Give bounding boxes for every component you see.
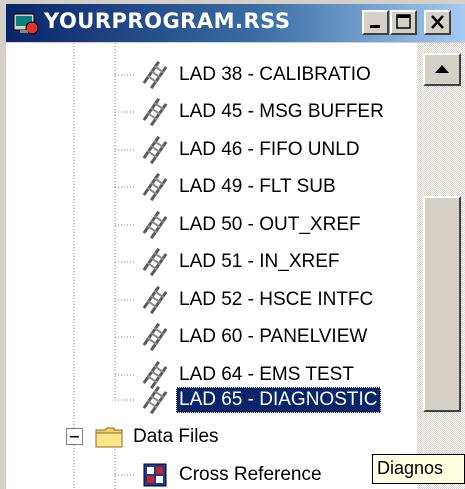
arrow-up-icon (435, 65, 449, 73)
program-window: YOURPROGRAM.RSS LAD 38 - CALIBRATIO LAD … (0, 0, 465, 489)
tree-item-label: LAD 45 - MSG BUFFER (179, 101, 384, 122)
ladder-icon (142, 172, 168, 202)
tree-item-cross-reference[interactable]: Cross Reference (140, 457, 325, 489)
tree-item-label: LAD 52 - HSCE INTFC (179, 289, 374, 310)
minimize-icon (370, 25, 380, 28)
ladder-icon (142, 285, 168, 315)
tree-item-label: LAD 38 - CALIBRATIO (179, 64, 371, 85)
ladder-icon (142, 135, 168, 165)
tree-item-lad-38[interactable]: LAD 38 - CALIBRATIO (140, 57, 374, 93)
tree-item-lad-46[interactable]: LAD 46 - FIFO UNLD (140, 132, 363, 168)
tree-item-label: Cross Reference (179, 464, 322, 485)
vertical-scrollbar[interactable] (417, 43, 465, 489)
tree-item-lad-65[interactable]: LAD 65 - DIAGNOSTIC (140, 382, 381, 418)
tree-item-lad-50[interactable]: LAD 50 - OUT_XREF (140, 207, 364, 243)
tooltip: Diagnos (372, 454, 465, 484)
ladder-icon (142, 60, 168, 90)
maximize-icon (396, 14, 411, 29)
maximize-button[interactable] (390, 10, 417, 35)
ladder-icon (142, 210, 168, 240)
scroll-thumb[interactable] (423, 196, 461, 412)
title-bar[interactable]: YOURPROGRAM.RSS (6, 4, 465, 42)
tree-item-label: LAD 65 - DIAGNOSTIC (176, 387, 381, 413)
cross-reference-icon (143, 463, 167, 487)
ladder-icon (142, 322, 168, 352)
ladder-icon (142, 97, 168, 127)
minimize-button[interactable] (362, 10, 389, 35)
ladder-icon (142, 385, 168, 415)
collapse-minus-icon[interactable] (66, 428, 84, 446)
tree-item-lad-49[interactable]: LAD 49 - FLT SUB (140, 169, 339, 205)
tree-item-label: LAD 46 - FIFO UNLD (179, 139, 360, 160)
window-title: YOURPROGRAM.RSS (44, 9, 291, 33)
folder-icon (95, 427, 123, 448)
close-icon (431, 15, 444, 29)
tree-item-label: Data Files (133, 426, 219, 447)
tree-item-data-files[interactable]: Data Files (66, 419, 222, 455)
tree-item-label: LAD 51 - IN_XREF (179, 251, 340, 272)
scroll-up-button[interactable] (423, 53, 461, 86)
tree-item-label: LAD 60 - PANELVIEW (179, 326, 368, 347)
ladder-icon (142, 247, 168, 277)
tree-item-label: LAD 49 - FLT SUB (179, 176, 336, 197)
tree-item-lad-51[interactable]: LAD 51 - IN_XREF (140, 244, 343, 280)
close-button[interactable] (424, 10, 451, 35)
rslogix-app-icon[interactable] (12, 10, 40, 36)
tree-item-lad-60[interactable]: LAD 60 - PANELVIEW (140, 319, 370, 355)
project-tree[interactable]: LAD 38 - CALIBRATIO LAD 45 - MSG BUFFER … (6, 43, 417, 489)
tree-item-label: LAD 50 - OUT_XREF (179, 214, 361, 235)
tree-item-lad-45[interactable]: LAD 45 - MSG BUFFER (140, 94, 387, 130)
tree-item-lad-52[interactable]: LAD 52 - HSCE INTFC (140, 282, 376, 318)
